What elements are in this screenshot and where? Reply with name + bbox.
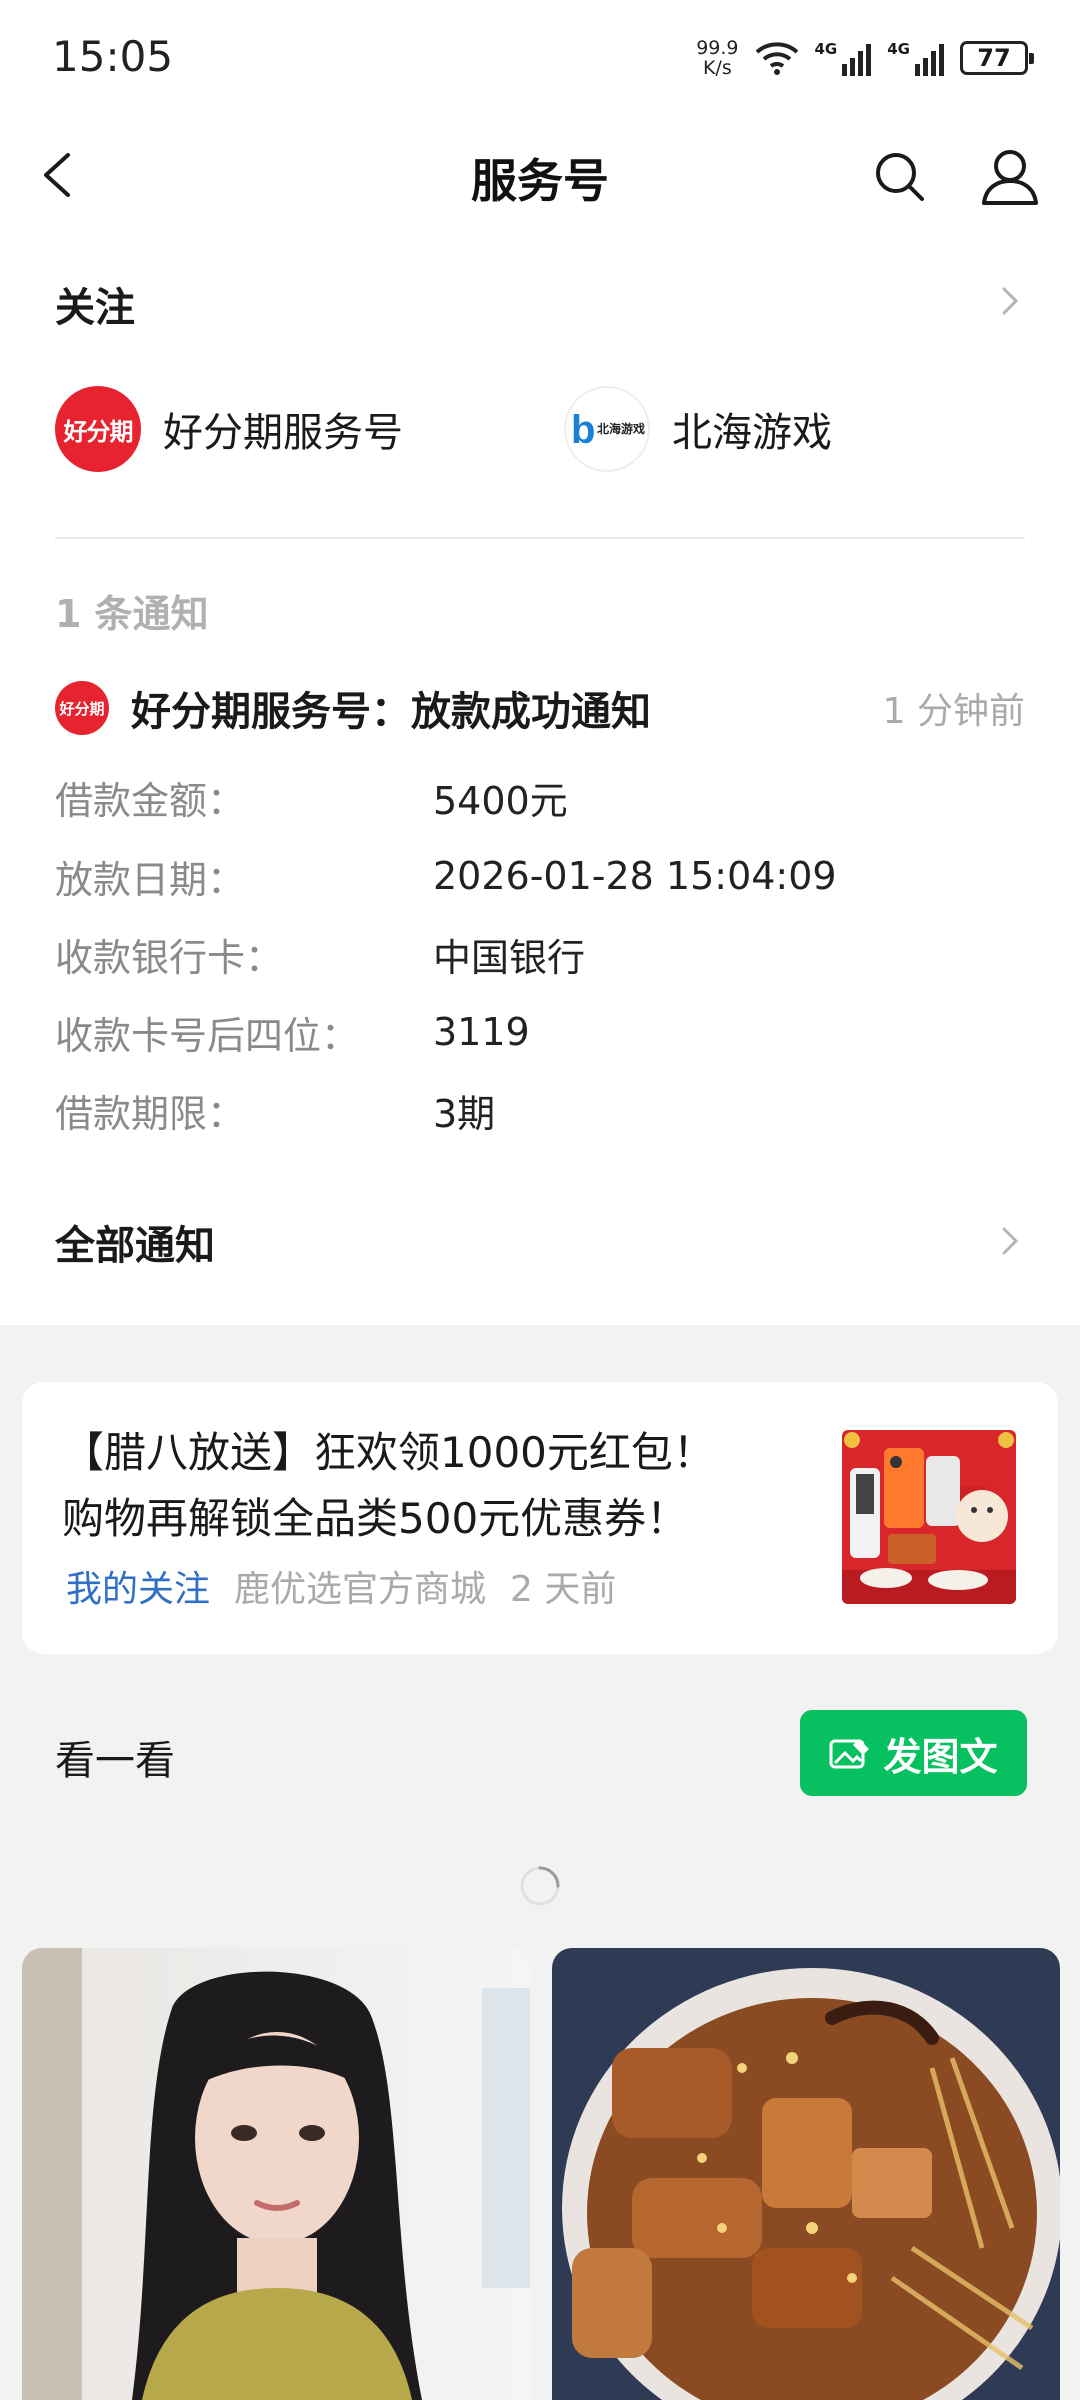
notification-header[interactable]: 好分期 好分期服务号：放款成功通知 1 分钟前 (55, 672, 1025, 744)
look-section-title: 看一看 (55, 1738, 175, 1784)
chevron-right-icon (1002, 1227, 1019, 1255)
followed-account-haofenqi[interactable]: 好分期 好分期服务号 (55, 384, 403, 474)
image-edit-icon (829, 1739, 870, 1769)
detail-row-amount: 借款金额： 5400元 (55, 778, 568, 823)
profile-icon[interactable] (978, 145, 1042, 209)
feed-card-food-image[interactable] (552, 1948, 1060, 2400)
haofenqi-logo: 好分期 (55, 386, 141, 472)
promo-article-card[interactable]: 【腊八放送】狂欢领1000元红包！ 购物再解锁全品类500元优惠券！ 我的关注 … (22, 1382, 1058, 1654)
signal-icon-sim1: 4G (815, 40, 872, 76)
svg-text:北海游戏: 北海游戏 (597, 421, 645, 436)
account-name: 好分期服务号 (163, 410, 403, 456)
feed-card-portrait-image[interactable] (22, 1948, 530, 2400)
svg-text:b: b (571, 409, 595, 449)
status-time: 15:05 (52, 32, 174, 81)
chevron-right-icon (1002, 287, 1019, 315)
promo-thumbnail-image (842, 1430, 1016, 1604)
notification-count: 1 条通知 (55, 592, 209, 636)
followed-account-beihai[interactable]: b 北海游戏 北海游戏 (564, 384, 832, 474)
battery-icon: 77 (960, 41, 1034, 75)
detail-row-bank: 收款银行卡： 中国银行 (55, 935, 586, 980)
promo-time: 2 天前 (510, 1569, 617, 1610)
follow-section-header[interactable]: 关注 (0, 255, 1080, 345)
detail-row-term: 借款期限： 3期 (55, 1091, 496, 1136)
signal-icon-sim2: 4G (887, 40, 944, 76)
search-icon[interactable] (870, 147, 930, 207)
network-speed: 99.9 K/s (696, 37, 739, 79)
my-follow-tag: 我的关注 (66, 1569, 211, 1610)
detail-row-date: 放款日期： 2026-01-28 15:04:09 (55, 854, 837, 902)
follow-title: 关注 (55, 285, 135, 331)
promo-meta: 我的关注 鹿优选官方商城 2 天前 (66, 1560, 616, 1612)
notification-time: 1 分钟前 (882, 691, 1025, 732)
status-indicators: 99.9 K/s 4G 4G 77 (696, 34, 1034, 82)
beihai-logo-mark: b 北海游戏 (571, 409, 645, 449)
wifi-icon (755, 42, 798, 75)
beihai-games-logo: b 北海游戏 (564, 386, 650, 472)
nav-bar: 服务号 (0, 115, 1080, 235)
promo-article-title: 【腊八放送】狂欢领1000元红包！ 购物再解锁全品类500元优惠券！ (62, 1428, 715, 1543)
loading-spinner-icon (520, 1866, 560, 1906)
section-divider (55, 537, 1025, 539)
notification-title: 好分期服务号：放款成功通知 (131, 689, 651, 735)
all-notifications-row[interactable]: 全部通知 (0, 1195, 1080, 1285)
detail-row-card-last4: 收款卡号后四位： 3119 (55, 1010, 530, 1058)
status-bar: 15:05 99.9 K/s 4G 4G 77 (0, 0, 1080, 115)
all-notifications-label: 全部通知 (55, 1223, 215, 1269)
post-image-text-button[interactable]: 发图文 (800, 1710, 1027, 1796)
promo-source: 鹿优选官方商城 (234, 1569, 487, 1610)
haofenqi-small-logo: 好分期 (55, 681, 109, 735)
account-name: 北海游戏 (672, 410, 832, 456)
